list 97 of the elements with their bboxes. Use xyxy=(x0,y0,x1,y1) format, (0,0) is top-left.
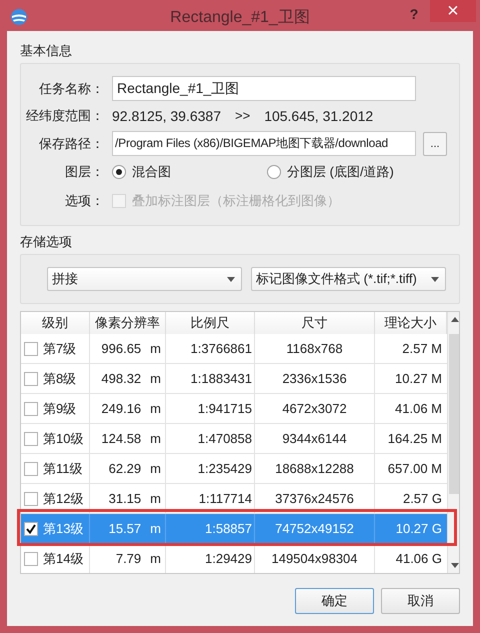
scrollbar-thumb[interactable] xyxy=(449,334,459,494)
dropdown[interactable]: 标记图像文件格式 (*.tif;*.tiff) xyxy=(251,267,446,291)
unit-label: m xyxy=(150,490,161,508)
unit-label: m xyxy=(150,550,161,568)
table-cell-text: 9344x6144 xyxy=(282,430,347,448)
table-cell-text: 249.16 xyxy=(101,400,142,418)
section-title: 基本信息 xyxy=(20,43,72,59)
table-cell-text: 2.57 M xyxy=(402,340,442,358)
checkbox[interactable] xyxy=(24,372,38,386)
table-cell-text: 第8级 xyxy=(43,370,76,388)
table-row[interactable]: 第12级 31.15 m 1:117714 37376x24576 2.57 G xyxy=(21,484,447,514)
table-cell-text: 第14级 xyxy=(43,550,84,568)
table-cell-text: 10.27 G xyxy=(396,520,442,538)
checkbox[interactable] xyxy=(24,342,38,356)
close-button[interactable]: × xyxy=(430,0,476,22)
table-cell-text: 37376x24576 xyxy=(275,490,354,508)
table-cell-text: 第11级 xyxy=(43,460,82,478)
checkbox[interactable] xyxy=(24,432,38,446)
dialog-button[interactable]: 取消 xyxy=(381,588,460,614)
table-cell-text: 第12级 xyxy=(43,490,84,508)
checkbox[interactable] xyxy=(24,402,38,416)
table-cell-text: 149504x98304 xyxy=(271,550,358,568)
unit-label: m xyxy=(150,460,161,478)
path-field[interactable]: /Program Files (x86)/BIGEMAP地图下载器/download xyxy=(112,131,416,156)
column-header[interactable]: 像素分辨率 xyxy=(90,312,166,334)
caret-icon xyxy=(431,276,439,282)
column-header[interactable]: 比例尺 xyxy=(166,312,255,334)
table-cell-text: 2336x1536 xyxy=(282,370,347,388)
range-start: 92.8125, 39.6387 xyxy=(112,106,221,126)
browse-button[interactable]: ... xyxy=(423,132,447,156)
table-cell-text: 1:58857 xyxy=(205,520,252,538)
table-cell-text: 164.25 M xyxy=(388,430,442,448)
table-row[interactable]: 第8级 498.32 m 1:1883431 2336x1536 10.27 M xyxy=(21,364,447,394)
field-label: 任务名称： xyxy=(38,80,104,98)
unit-label: m xyxy=(150,370,161,388)
unit-label: m xyxy=(150,340,161,358)
radio-button[interactable] xyxy=(267,165,281,179)
table-cell-text: 第10级 xyxy=(43,430,84,448)
checkbox[interactable] xyxy=(24,492,38,506)
table-cell-text: 62.29 xyxy=(108,460,142,478)
column-header[interactable]: 级别 xyxy=(21,312,90,334)
field-label: 图层： xyxy=(64,163,104,182)
table-row[interactable]: 第7级 996.65 m 1:3766861 1168x768 2.57 M xyxy=(21,334,447,364)
table-cell-text: 15.57 xyxy=(108,520,142,538)
checkbox-label: 叠加标注图层（标注栅格化到图像） xyxy=(132,192,340,210)
field-label: 保存路径： xyxy=(38,134,104,153)
table-row[interactable]: 第10级 124.58 m 1:470858 9344x6144 164.25 M xyxy=(21,424,447,454)
table-cell-text: 657.00 M xyxy=(388,460,442,478)
table-cell-text: 1:117714 xyxy=(198,490,252,508)
table-cell-text: 124.58 xyxy=(101,430,142,448)
check-icon xyxy=(26,524,36,534)
table-cell-text: 4672x3072 xyxy=(282,400,347,418)
table-cell-text: 74752x49152 xyxy=(275,520,354,538)
checkbox[interactable] xyxy=(24,552,38,566)
radio-button[interactable] xyxy=(112,165,126,179)
table-cell-text: 498.32 xyxy=(101,370,142,388)
table-cell-text: 1168x768 xyxy=(286,340,343,358)
table-cell-text: 18688x12288 xyxy=(275,460,354,478)
app-icon xyxy=(10,8,28,26)
dialog-button[interactable]: 确定 xyxy=(295,588,374,614)
unit-label: m xyxy=(150,520,161,538)
field-label: 选项： xyxy=(64,192,104,210)
column-header[interactable]: 尺寸 xyxy=(255,312,375,334)
window-title: Rectangle_#1_卫图 xyxy=(169,8,311,28)
range-end: 105.645, 31.2012 xyxy=(264,106,374,126)
scrollbar[interactable] xyxy=(447,312,459,573)
radio-label: 分图层 (底图/道路) xyxy=(287,163,394,182)
table-cell-text: 41.06 M xyxy=(395,400,442,418)
table-cell-text: 1:941715 xyxy=(198,400,252,418)
section-title: 存储选项 xyxy=(20,234,72,250)
table-cell-text: 1:1883431 xyxy=(190,370,252,388)
table-cell-text: 2.57 G xyxy=(402,490,442,508)
table-cell-text: 第9级 xyxy=(43,400,76,418)
table-cell-text: 10.27 M xyxy=(395,370,442,388)
checkbox[interactable] xyxy=(24,462,38,476)
caret-icon xyxy=(227,276,235,282)
table-cell-text: 7.79 xyxy=(116,550,142,568)
table-cell-text: 1:470858 xyxy=(198,430,252,448)
table-cell-text: 1:3766861 xyxy=(190,340,252,358)
range-arrow: >> xyxy=(235,107,250,126)
table-cell-text: 996.65 xyxy=(101,340,142,358)
field-label: 经纬度范围： xyxy=(25,107,104,126)
column-header[interactable]: 理论大小 xyxy=(375,312,447,334)
name-field[interactable]: Rectangle_#1_卫图 xyxy=(112,76,416,101)
unit-label: m xyxy=(150,430,161,448)
checkbox[interactable] xyxy=(24,522,38,536)
table-row[interactable]: 第11级 62.29 m 1:235429 18688x12288 657.00 M xyxy=(21,454,447,484)
table-cell-text: 31.15 xyxy=(108,490,142,508)
table-cell-text: 41.06 G xyxy=(396,550,442,568)
radio-label: 混合图 xyxy=(132,163,171,182)
table-row[interactable]: 第9级 249.16 m 1:941715 4672x3072 41.06 M xyxy=(21,394,447,424)
table-cell-text: 1:235429 xyxy=(198,460,252,478)
unit-label: m xyxy=(150,400,161,418)
table-cell-text: 第13级 xyxy=(43,520,84,538)
dropdown[interactable]: 拼接 xyxy=(47,267,242,291)
table-cell-text: 1:29429 xyxy=(205,550,252,568)
table-cell-text: 第7级 xyxy=(43,340,76,358)
